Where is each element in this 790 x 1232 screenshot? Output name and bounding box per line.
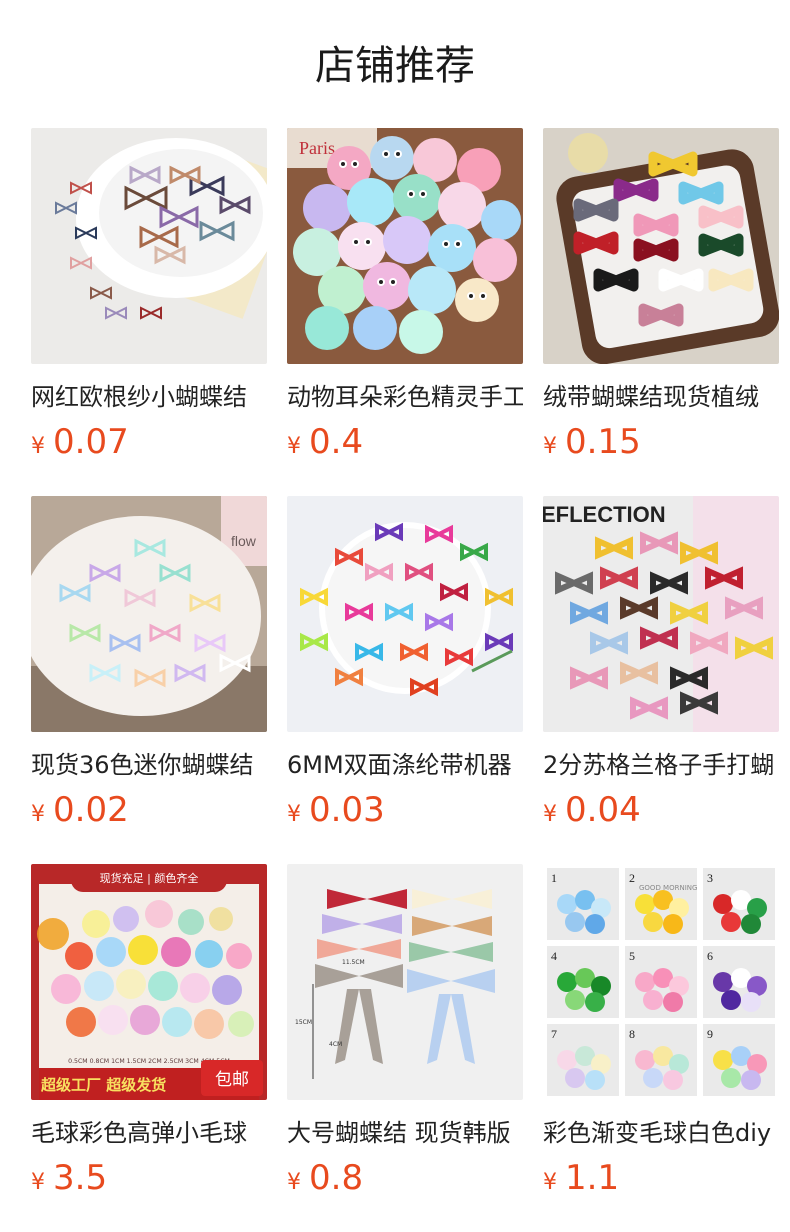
price-value: 0.15	[565, 422, 641, 462]
product-price: ¥0.8	[287, 1158, 523, 1204]
dims-4-text: 4CM	[329, 1041, 342, 1048]
product-price: ¥0.04	[543, 790, 779, 836]
banner-bottom-text: 超级工厂 超级发货	[40, 1076, 166, 1094]
svg-text:5: 5	[629, 949, 635, 963]
price-value: 0.8	[309, 1158, 364, 1198]
svg-text:2: 2	[629, 871, 635, 885]
product-card[interactable]: 11.5CM 15CM 4CM 大号蝴蝶结 现货韩版 ¥0.8	[287, 864, 523, 1204]
currency-symbol: ¥	[31, 434, 45, 459]
price-value: 0.03	[309, 790, 385, 830]
product-name[interactable]: 2分苏格兰格子手打蝴	[543, 750, 779, 780]
dims-15-text: 15CM	[295, 1019, 312, 1026]
dims-11-text: 11.5CM	[342, 959, 365, 966]
banner-top-text: 现货充足 | 颜色齐全	[100, 871, 199, 885]
currency-symbol: ¥	[287, 802, 301, 827]
product-price: ¥3.5	[31, 1158, 267, 1204]
product-image[interactable]: Paris	[287, 128, 523, 364]
product-image[interactable]	[543, 128, 779, 364]
price-value: 3.5	[53, 1158, 108, 1198]
price-value: 1.1	[565, 1158, 620, 1198]
svg-text:8: 8	[629, 1027, 635, 1041]
product-name[interactable]: 网红欧根纱小蝴蝶结	[31, 382, 267, 412]
currency-symbol: ¥	[543, 802, 557, 827]
currency-symbol: ¥	[31, 1170, 45, 1195]
reflection-text: EFLECTION	[543, 502, 666, 527]
product-image[interactable]	[31, 128, 267, 364]
svg-text:3: 3	[707, 871, 713, 885]
product-card[interactable]: flow 现货36色迷你蝴蝶结 ¥ 0.02	[31, 496, 267, 836]
currency-symbol: ¥	[31, 802, 45, 827]
product-card[interactable]: Paris 动物耳朵彩色精灵手工 ¥ 0.4	[287, 128, 523, 468]
product-price: ¥0.15	[543, 422, 779, 468]
product-image[interactable]: 现货充足 | 颜色齐全 0.5CM 0.8CM 1CM 1.5CM 2CM 2.…	[31, 864, 267, 1100]
price-value: 0.02	[53, 790, 129, 830]
currency-symbol: ¥	[543, 434, 557, 459]
product-image[interactable]: flow	[31, 496, 267, 732]
svg-text:1: 1	[551, 871, 557, 885]
product-image[interactable]: EFLECTION	[543, 496, 779, 732]
page-title: 店铺推荐	[315, 43, 475, 89]
currency-symbol: ¥	[543, 1170, 557, 1195]
currency-symbol: ¥	[287, 434, 301, 459]
product-price: ¥0.03	[287, 790, 523, 836]
price-value: 0.4	[309, 422, 364, 462]
product-name[interactable]: 现货36色迷你蝴蝶结	[31, 750, 267, 780]
svg-text:6: 6	[707, 949, 713, 963]
svg-text:9: 9	[707, 1027, 713, 1041]
price-value: 0.04	[565, 790, 641, 830]
svg-text:7: 7	[551, 1027, 557, 1041]
currency-symbol: ¥	[287, 1170, 301, 1195]
product-image[interactable]	[287, 496, 523, 732]
product-name[interactable]: 绒带蝴蝶结现货植绒	[543, 382, 779, 412]
product-image[interactable]: 11.5CM 15CM 4CM	[287, 864, 523, 1100]
product-name[interactable]: 彩色渐变毛球白色diy	[543, 1118, 779, 1148]
product-image[interactable]: 1 2 3 4 5 6 7 8 9 GOOD MORNING	[543, 864, 779, 1100]
product-price: ¥1.1	[543, 1158, 779, 1204]
svg-text:4: 4	[551, 949, 557, 963]
product-name[interactable]: 大号蝴蝶结 现货韩版	[287, 1118, 523, 1148]
badge-text: 包邮	[215, 1070, 249, 1090]
product-card[interactable]: 1 2 3 4 5 6 7 8 9 GOOD MORNING 彩色渐变毛球白色diy ¥1.…	[543, 864, 779, 1204]
product-name[interactable]: 毛球彩色高弹小毛球	[31, 1118, 267, 1148]
product-card[interactable]: 网红欧根纱小蝴蝶结 ¥0.07	[31, 128, 267, 468]
product-card[interactable]: 6MM双面涤纶带机器 ¥0.03	[287, 496, 523, 836]
price-value: 0.07	[53, 422, 129, 462]
product-price: ¥0.4	[287, 422, 523, 468]
product-card[interactable]: 现货充足 | 颜色齐全 0.5CM 0.8CM 1CM 1.5CM 2CM 2.…	[31, 864, 267, 1204]
product-name[interactable]: 动物耳朵彩色精灵手工	[287, 382, 523, 412]
product-card[interactable]: 绒带蝴蝶结现货植绒 ¥0.15	[543, 128, 779, 468]
product-price: ¥0.07	[31, 422, 267, 468]
product-name[interactable]: 6MM双面涤纶带机器	[287, 750, 523, 780]
product-price: ¥0.02	[31, 790, 267, 836]
product-card[interactable]: EFLECTION 2分苏格兰格子手打蝴 ¥ 0.04	[543, 496, 779, 836]
good-morning-text: GOOD MORNING	[639, 884, 697, 892]
flow-text: flow	[231, 533, 257, 549]
paris-text: Paris	[299, 138, 335, 158]
